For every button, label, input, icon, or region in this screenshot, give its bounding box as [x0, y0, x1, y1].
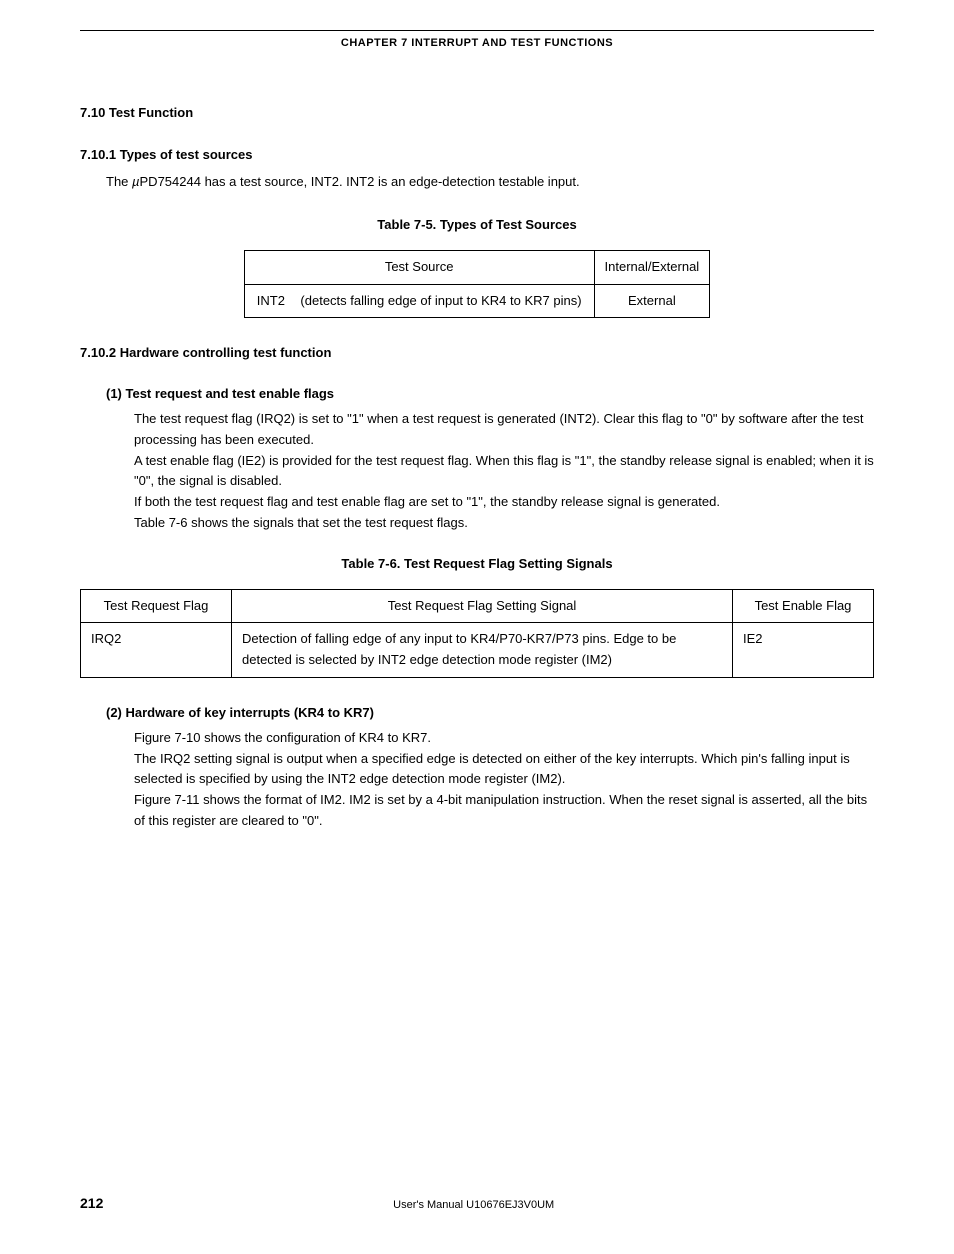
table-7-5: Test Source Internal/External INT2 (dete…	[244, 250, 710, 319]
paragraph: Figure 7-10 shows the configuration of K…	[134, 728, 874, 749]
table-row: INT2 (detects falling edge of input to K…	[244, 284, 709, 318]
table-header-cell: Test Source	[244, 250, 594, 284]
table-header-cell: Test Enable Flag	[733, 589, 874, 623]
table-7-6: Test Request Flag Test Request Flag Sett…	[80, 589, 874, 678]
subsection-7-10-1-title: 7.10.1 Types of test sources	[80, 145, 874, 166]
page-footer: 212 User's Manual U10676EJ3V0UM	[80, 1192, 874, 1215]
table-cell: Detection of falling edge of any input t…	[232, 623, 733, 678]
page-number: 212	[80, 1192, 103, 1214]
item-2-title: (2) Hardware of key interrupts (KR4 to K…	[106, 703, 874, 724]
paragraph: The test request flag (IRQ2) is set to "…	[134, 409, 874, 451]
table-cell: IRQ2	[81, 623, 232, 678]
table-7-5-caption: Table 7-5. Types of Test Sources	[80, 215, 874, 236]
table-7-6-caption: Table 7-6. Test Request Flag Setting Sig…	[80, 554, 874, 575]
paragraph: The IRQ2 setting signal is output when a…	[134, 749, 874, 791]
table-cell: External	[594, 284, 710, 318]
item-2-body: Figure 7-10 shows the configuration of K…	[134, 728, 874, 832]
table-header-cell: Test Request Flag	[81, 589, 232, 623]
table-row: IRQ2 Detection of falling edge of any in…	[81, 623, 874, 678]
intro-prefix: The	[106, 174, 132, 189]
chapter-header: CHAPTER 7 INTERRUPT AND TEST FUNCTIONS	[80, 35, 874, 53]
intro-text: The µPD754244 has a test source, INT2. I…	[106, 172, 874, 193]
table-cell: INT2 (detects falling edge of input to K…	[244, 284, 594, 318]
table-cell: IE2	[733, 623, 874, 678]
table-row: Test Request Flag Test Request Flag Sett…	[81, 589, 874, 623]
subsection-7-10-2-title: 7.10.2 Hardware controlling test functio…	[80, 343, 874, 364]
int2-label: INT2	[257, 291, 297, 312]
table-header-cell: Internal/External	[594, 250, 710, 284]
paragraph: Table 7-6 shows the signals that set the…	[134, 513, 874, 534]
intro-rest: PD754244 has a test source, INT2. INT2 i…	[140, 174, 580, 189]
int2-desc: (detects falling edge of input to KR4 to…	[300, 293, 581, 308]
manual-reference: User's Manual U10676EJ3V0UM	[393, 1197, 554, 1215]
table-header-cell: Test Request Flag Setting Signal	[232, 589, 733, 623]
header-rule	[80, 30, 874, 31]
paragraph: A test enable flag (IE2) is provided for…	[134, 451, 874, 493]
paragraph: If both the test request flag and test e…	[134, 492, 874, 513]
table-row: Test Source Internal/External	[244, 250, 709, 284]
item-1-body: The test request flag (IRQ2) is set to "…	[134, 409, 874, 534]
section-title: 7.10 Test Function	[80, 103, 874, 124]
paragraph: Figure 7-11 shows the format of IM2. IM2…	[134, 790, 874, 832]
mu-symbol: µ	[132, 174, 140, 189]
item-1-title: (1) Test request and test enable flags	[106, 384, 874, 405]
